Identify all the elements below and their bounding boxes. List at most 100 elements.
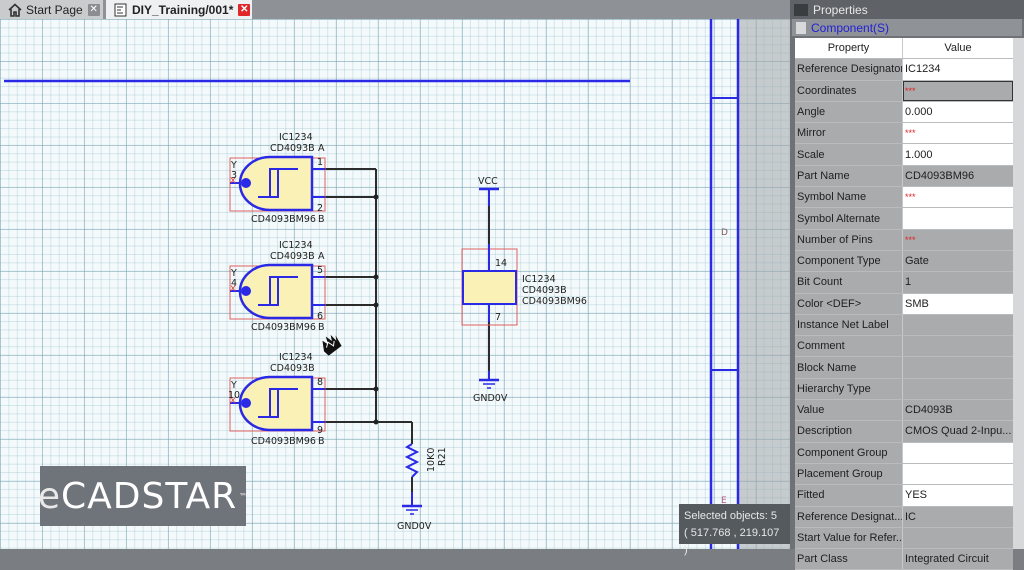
resistor-r21[interactable]	[404, 443, 420, 478]
property-name: Symbol Alternate	[795, 208, 903, 229]
column-header-value[interactable]: Value	[903, 38, 1013, 59]
property-value[interactable]	[903, 208, 1013, 229]
property-row[interactable]: Fitted YES	[795, 485, 1013, 507]
power-pin-block[interactable]	[461, 244, 518, 326]
property-value[interactable]: ***	[903, 229, 1013, 250]
property-value[interactable]: 1.000	[903, 144, 1013, 165]
property-value[interactable]: 1	[903, 272, 1013, 293]
property-value[interactable]: CD4093B	[903, 400, 1013, 421]
property-name: Comment	[795, 336, 903, 357]
property-row[interactable]: Component Group	[795, 442, 1013, 464]
group-label: Component(S)	[811, 20, 890, 35]
tab-label: Start Page	[26, 2, 83, 17]
column-header-property[interactable]: Property	[795, 38, 903, 59]
property-row[interactable]: Mirror ***	[795, 123, 1013, 145]
property-name: Part Name	[795, 165, 903, 187]
property-row[interactable]: Reference Designat... IC	[795, 506, 1013, 528]
property-row[interactable]: Part Name CD4093BM96	[795, 165, 1013, 188]
property-value[interactable]: Integrated Circuit	[903, 549, 1013, 570]
property-value[interactable]	[903, 463, 1013, 485]
block-ref: IC1234	[522, 274, 556, 285]
property-row[interactable]: Reference Designator IC1234	[795, 59, 1013, 81]
close-tab-icon[interactable]: ✕	[87, 3, 100, 16]
property-value[interactable]: YES	[903, 485, 1013, 506]
schematic-icon	[114, 3, 128, 17]
property-row[interactable]: Value CD4093B	[795, 400, 1013, 422]
property-name: Fitted	[795, 485, 903, 506]
mixed-values-indicator: ***	[905, 128, 916, 139]
pin-label-a: A	[318, 251, 325, 262]
property-value[interactable]	[903, 314, 1013, 336]
property-value[interactable]: CD4093BM96	[903, 165, 1013, 187]
logo-prefix: e	[37, 475, 61, 517]
property-value[interactable]: Gate	[903, 250, 1013, 272]
resistor-value: 10K0	[426, 448, 437, 472]
property-row[interactable]: Block Name	[795, 357, 1013, 379]
tab-diy-training[interactable]: DIY_Training/001* ✕	[106, 0, 252, 19]
property-row[interactable]: Scale 1.000	[795, 144, 1013, 166]
component-group-header[interactable]: Component(S)	[792, 19, 1022, 36]
property-value[interactable]	[903, 336, 1013, 357]
property-row[interactable]: Coordinates ***	[795, 80, 1013, 102]
pin-label-a: A	[318, 143, 325, 154]
property-value[interactable]: 0.000	[903, 101, 1013, 123]
property-row[interactable]: Number of Pins ***	[795, 229, 1013, 251]
tab-label: DIY_Training/001*	[132, 2, 234, 17]
property-row[interactable]: Angle 0.000	[795, 101, 1013, 124]
property-value[interactable]: CMOS Quad 2-Inpu...	[903, 421, 1013, 442]
property-name: Component Group	[795, 442, 903, 463]
property-row[interactable]: Hierarchy Type	[795, 378, 1013, 401]
grab-cursor-icon	[322, 334, 342, 356]
tab-start-page[interactable]: Start Page ✕	[0, 0, 103, 19]
property-value[interactable]: ***	[903, 80, 1013, 101]
property-value[interactable]: SMB	[903, 293, 1013, 314]
property-row[interactable]: Start Value for Refer...	[795, 527, 1013, 550]
property-row[interactable]: Placement Group	[795, 463, 1013, 486]
block-part: CD4093BM96	[522, 296, 587, 307]
close-tab-icon[interactable]: ✕	[238, 3, 251, 16]
property-row[interactable]: Component Type Gate	[795, 250, 1013, 273]
pin-number: 6	[317, 311, 323, 322]
property-value[interactable]: ***	[903, 123, 1013, 144]
block-value: CD4093B	[522, 285, 567, 296]
property-value[interactable]	[903, 442, 1013, 463]
nand-gate-3[interactable]: x	[229, 375, 326, 432]
property-name: Hierarchy Type	[795, 378, 903, 400]
mixed-values-indicator: ***	[905, 234, 916, 245]
property-value[interactable]	[903, 357, 1013, 378]
property-grid-header: Property Value	[795, 38, 1013, 60]
property-row[interactable]: Symbol Alternate	[795, 208, 1013, 230]
property-name: Bit Count	[795, 272, 903, 293]
property-name: Description	[795, 421, 903, 442]
property-row[interactable]: Symbol Name ***	[795, 187, 1013, 209]
pin-label-b: B	[318, 214, 325, 225]
selected-count: Selected objects: 5	[684, 510, 777, 522]
gate-ref: IC1234	[279, 352, 313, 363]
output-pin: 10	[228, 390, 240, 401]
property-row[interactable]: Description CMOS Quad 2-Inpu...	[795, 421, 1013, 443]
wires	[325, 168, 490, 492]
property-row[interactable]: Comment	[795, 336, 1013, 358]
property-row[interactable]: Color <DEF> SMB	[795, 293, 1013, 315]
property-value[interactable]: ***	[903, 187, 1013, 208]
property-name: Value	[795, 400, 903, 421]
pin-number: 5	[317, 265, 323, 276]
property-name: Angle	[795, 101, 903, 123]
property-value[interactable]: IC	[903, 506, 1013, 527]
pin-number: 14	[495, 258, 507, 269]
property-value[interactable]: IC1234	[903, 59, 1013, 80]
properties-icon	[794, 3, 808, 16]
property-row[interactable]: Bit Count 1	[795, 272, 1013, 294]
gate-part: CD4093BM96	[251, 322, 316, 333]
properties-scrollbar[interactable]	[1013, 38, 1024, 549]
property-row[interactable]: Part Class Integrated Circuit	[795, 549, 1013, 570]
property-name: Symbol Name	[795, 187, 903, 208]
output-pin: 4	[231, 278, 237, 289]
nand-gate-1[interactable]: x	[229, 155, 326, 212]
pin-number: 9	[317, 425, 323, 436]
nand-gate-2[interactable]: x	[229, 263, 326, 320]
property-value[interactable]	[903, 527, 1013, 549]
property-name: Block Name	[795, 357, 903, 378]
property-row[interactable]: Instance Net Label	[795, 314, 1013, 337]
property-value[interactable]	[903, 378, 1013, 400]
